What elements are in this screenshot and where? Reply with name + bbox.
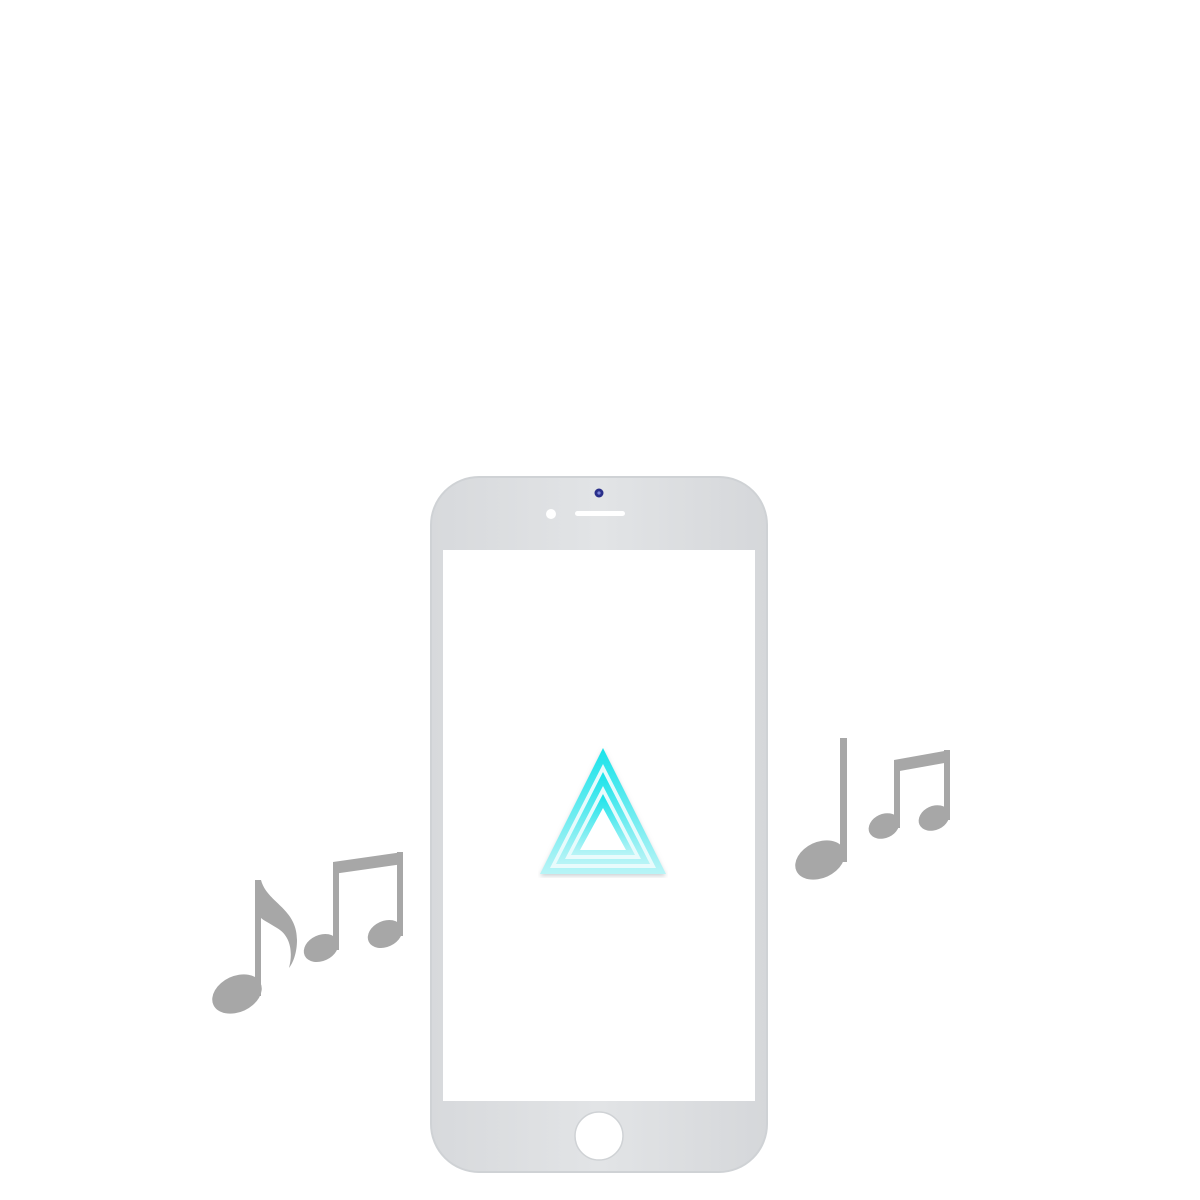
music-notes-left-icon	[212, 852, 403, 1014]
earpiece-icon	[575, 511, 625, 516]
scene	[0, 0, 1200, 1200]
music-notes-right-icon	[795, 738, 950, 880]
home-button-icon	[574, 1111, 624, 1161]
triangle-logo-icon	[540, 748, 666, 874]
sensor-icon	[546, 509, 556, 519]
